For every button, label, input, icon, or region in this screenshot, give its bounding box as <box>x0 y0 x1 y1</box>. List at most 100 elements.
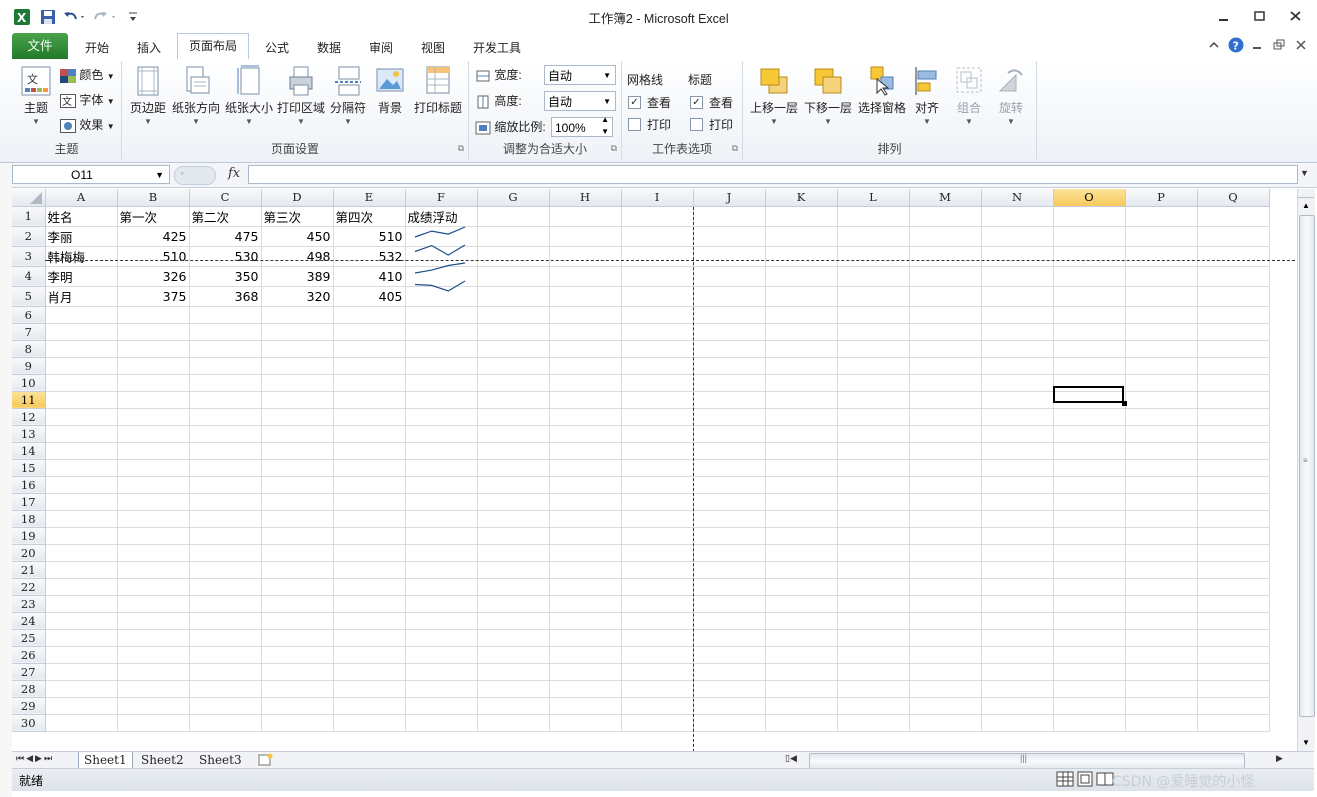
cell-k25[interactable] <box>765 629 838 647</box>
cell-d10[interactable] <box>261 374 334 392</box>
cell-f22[interactable] <box>405 578 478 596</box>
cell-d7[interactable] <box>261 323 334 341</box>
cell-m11[interactable] <box>909 391 982 409</box>
cell-n10[interactable] <box>981 374 1054 392</box>
cell-a8[interactable] <box>45 340 118 358</box>
row-header[interactable]: 15 <box>12 459 46 477</box>
cell-f17[interactable] <box>405 493 478 511</box>
cell-g20[interactable] <box>477 544 550 562</box>
cell-o19[interactable] <box>1053 527 1126 545</box>
cell-o15[interactable] <box>1053 459 1126 477</box>
cell-k8[interactable] <box>765 340 838 358</box>
minimize-ribbon-icon[interactable] <box>1208 39 1220 54</box>
cell-l19[interactable] <box>837 527 910 545</box>
column-header-c[interactable]: C <box>189 189 262 207</box>
cell-g2[interactable] <box>477 226 550 247</box>
align-button[interactable]: 对齐 ▼ <box>909 65 945 126</box>
cell-j15[interactable] <box>693 459 766 477</box>
column-header-e[interactable]: E <box>333 189 406 207</box>
cell-g27[interactable] <box>477 663 550 681</box>
headings-view-checkbox[interactable]: ✓ 查看 <box>690 93 733 113</box>
cell-b17[interactable] <box>117 493 190 511</box>
cell-h20[interactable] <box>549 544 622 562</box>
select-all-button[interactable] <box>12 189 44 206</box>
cell-q17[interactable] <box>1197 493 1270 511</box>
expand-formula-bar-icon[interactable]: ▼ <box>1300 168 1309 178</box>
headings-print-checkbox[interactable]: 打印 <box>690 115 733 135</box>
cell-f19[interactable] <box>405 527 478 545</box>
cell-l13[interactable] <box>837 425 910 443</box>
cell-k6[interactable] <box>765 306 838 324</box>
tab-developer[interactable]: 开发工具 <box>462 37 532 59</box>
cell-k4[interactable] <box>765 266 838 287</box>
cell-f13[interactable] <box>405 425 478 443</box>
cell-a18[interactable] <box>45 510 118 528</box>
cell-c6[interactable] <box>189 306 262 324</box>
row-header[interactable]: 2 <box>12 226 46 247</box>
cell-d16[interactable] <box>261 476 334 494</box>
themes-button[interactable]: 文 主题 ▼ <box>18 65 54 126</box>
row-header[interactable]: 22 <box>12 578 46 596</box>
cell-p16[interactable] <box>1125 476 1198 494</box>
cell-e14[interactable] <box>333 442 406 460</box>
cell-b5[interactable]: 375 <box>117 286 190 307</box>
cell-g18[interactable] <box>477 510 550 528</box>
cell-n5[interactable] <box>981 286 1054 307</box>
cell-b23[interactable] <box>117 595 190 613</box>
cell-a14[interactable] <box>45 442 118 460</box>
cell-m17[interactable] <box>909 493 982 511</box>
cell-a19[interactable] <box>45 527 118 545</box>
cell-g14[interactable] <box>477 442 550 460</box>
cell-h26[interactable] <box>549 646 622 664</box>
cell-h9[interactable] <box>549 357 622 375</box>
cell-d11[interactable] <box>261 391 334 409</box>
cell-e9[interactable] <box>333 357 406 375</box>
cell-a10[interactable] <box>45 374 118 392</box>
cell-n3[interactable] <box>981 246 1054 267</box>
cell-l11[interactable] <box>837 391 910 409</box>
cell-k7[interactable] <box>765 323 838 341</box>
cell-k1[interactable] <box>765 206 838 227</box>
cell-l7[interactable] <box>837 323 910 341</box>
row-header[interactable]: 23 <box>12 595 46 613</box>
cell-e25[interactable] <box>333 629 406 647</box>
cell-p28[interactable] <box>1125 680 1198 698</box>
cell-a27[interactable] <box>45 663 118 681</box>
cell-p13[interactable] <box>1125 425 1198 443</box>
column-header-b[interactable]: B <box>117 189 190 207</box>
cell-a21[interactable] <box>45 561 118 579</box>
sheet-navigation-arrows-icon[interactable]: ⏮◀▶⏭ <box>16 753 54 764</box>
cell-d19[interactable] <box>261 527 334 545</box>
cell-c15[interactable] <box>189 459 262 477</box>
cell-l22[interactable] <box>837 578 910 596</box>
cell-b25[interactable] <box>117 629 190 647</box>
cell-c24[interactable] <box>189 612 262 630</box>
orientation-button[interactable]: 纸张方向 ▼ <box>171 65 221 126</box>
cell-i28[interactable] <box>621 680 694 698</box>
cell-o26[interactable] <box>1053 646 1126 664</box>
cell-o7[interactable] <box>1053 323 1126 341</box>
cell-a17[interactable] <box>45 493 118 511</box>
cell-g17[interactable] <box>477 493 550 511</box>
cell-b1[interactable]: 第一次 <box>117 206 190 227</box>
column-header-a[interactable]: A <box>45 189 118 207</box>
cell-i23[interactable] <box>621 595 694 613</box>
cell-b21[interactable] <box>117 561 190 579</box>
cell-g21[interactable] <box>477 561 550 579</box>
workbook-restore-icon[interactable] <box>1273 39 1285 54</box>
cell-b26[interactable] <box>117 646 190 664</box>
cell-q25[interactable] <box>1197 629 1270 647</box>
cell-j1[interactable] <box>693 206 766 227</box>
cell-h4[interactable] <box>549 266 622 287</box>
cell-c17[interactable] <box>189 493 262 511</box>
row-header[interactable]: 16 <box>12 476 46 494</box>
tab-split-icon[interactable]: ▯◀ <box>785 753 797 764</box>
cell-h30[interactable] <box>549 714 622 732</box>
cell-n12[interactable] <box>981 408 1054 426</box>
cell-i30[interactable] <box>621 714 694 732</box>
cell-m14[interactable] <box>909 442 982 460</box>
cell-b6[interactable] <box>117 306 190 324</box>
tab-view[interactable]: 视图 <box>410 37 456 59</box>
cell-f26[interactable] <box>405 646 478 664</box>
cell-d24[interactable] <box>261 612 334 630</box>
